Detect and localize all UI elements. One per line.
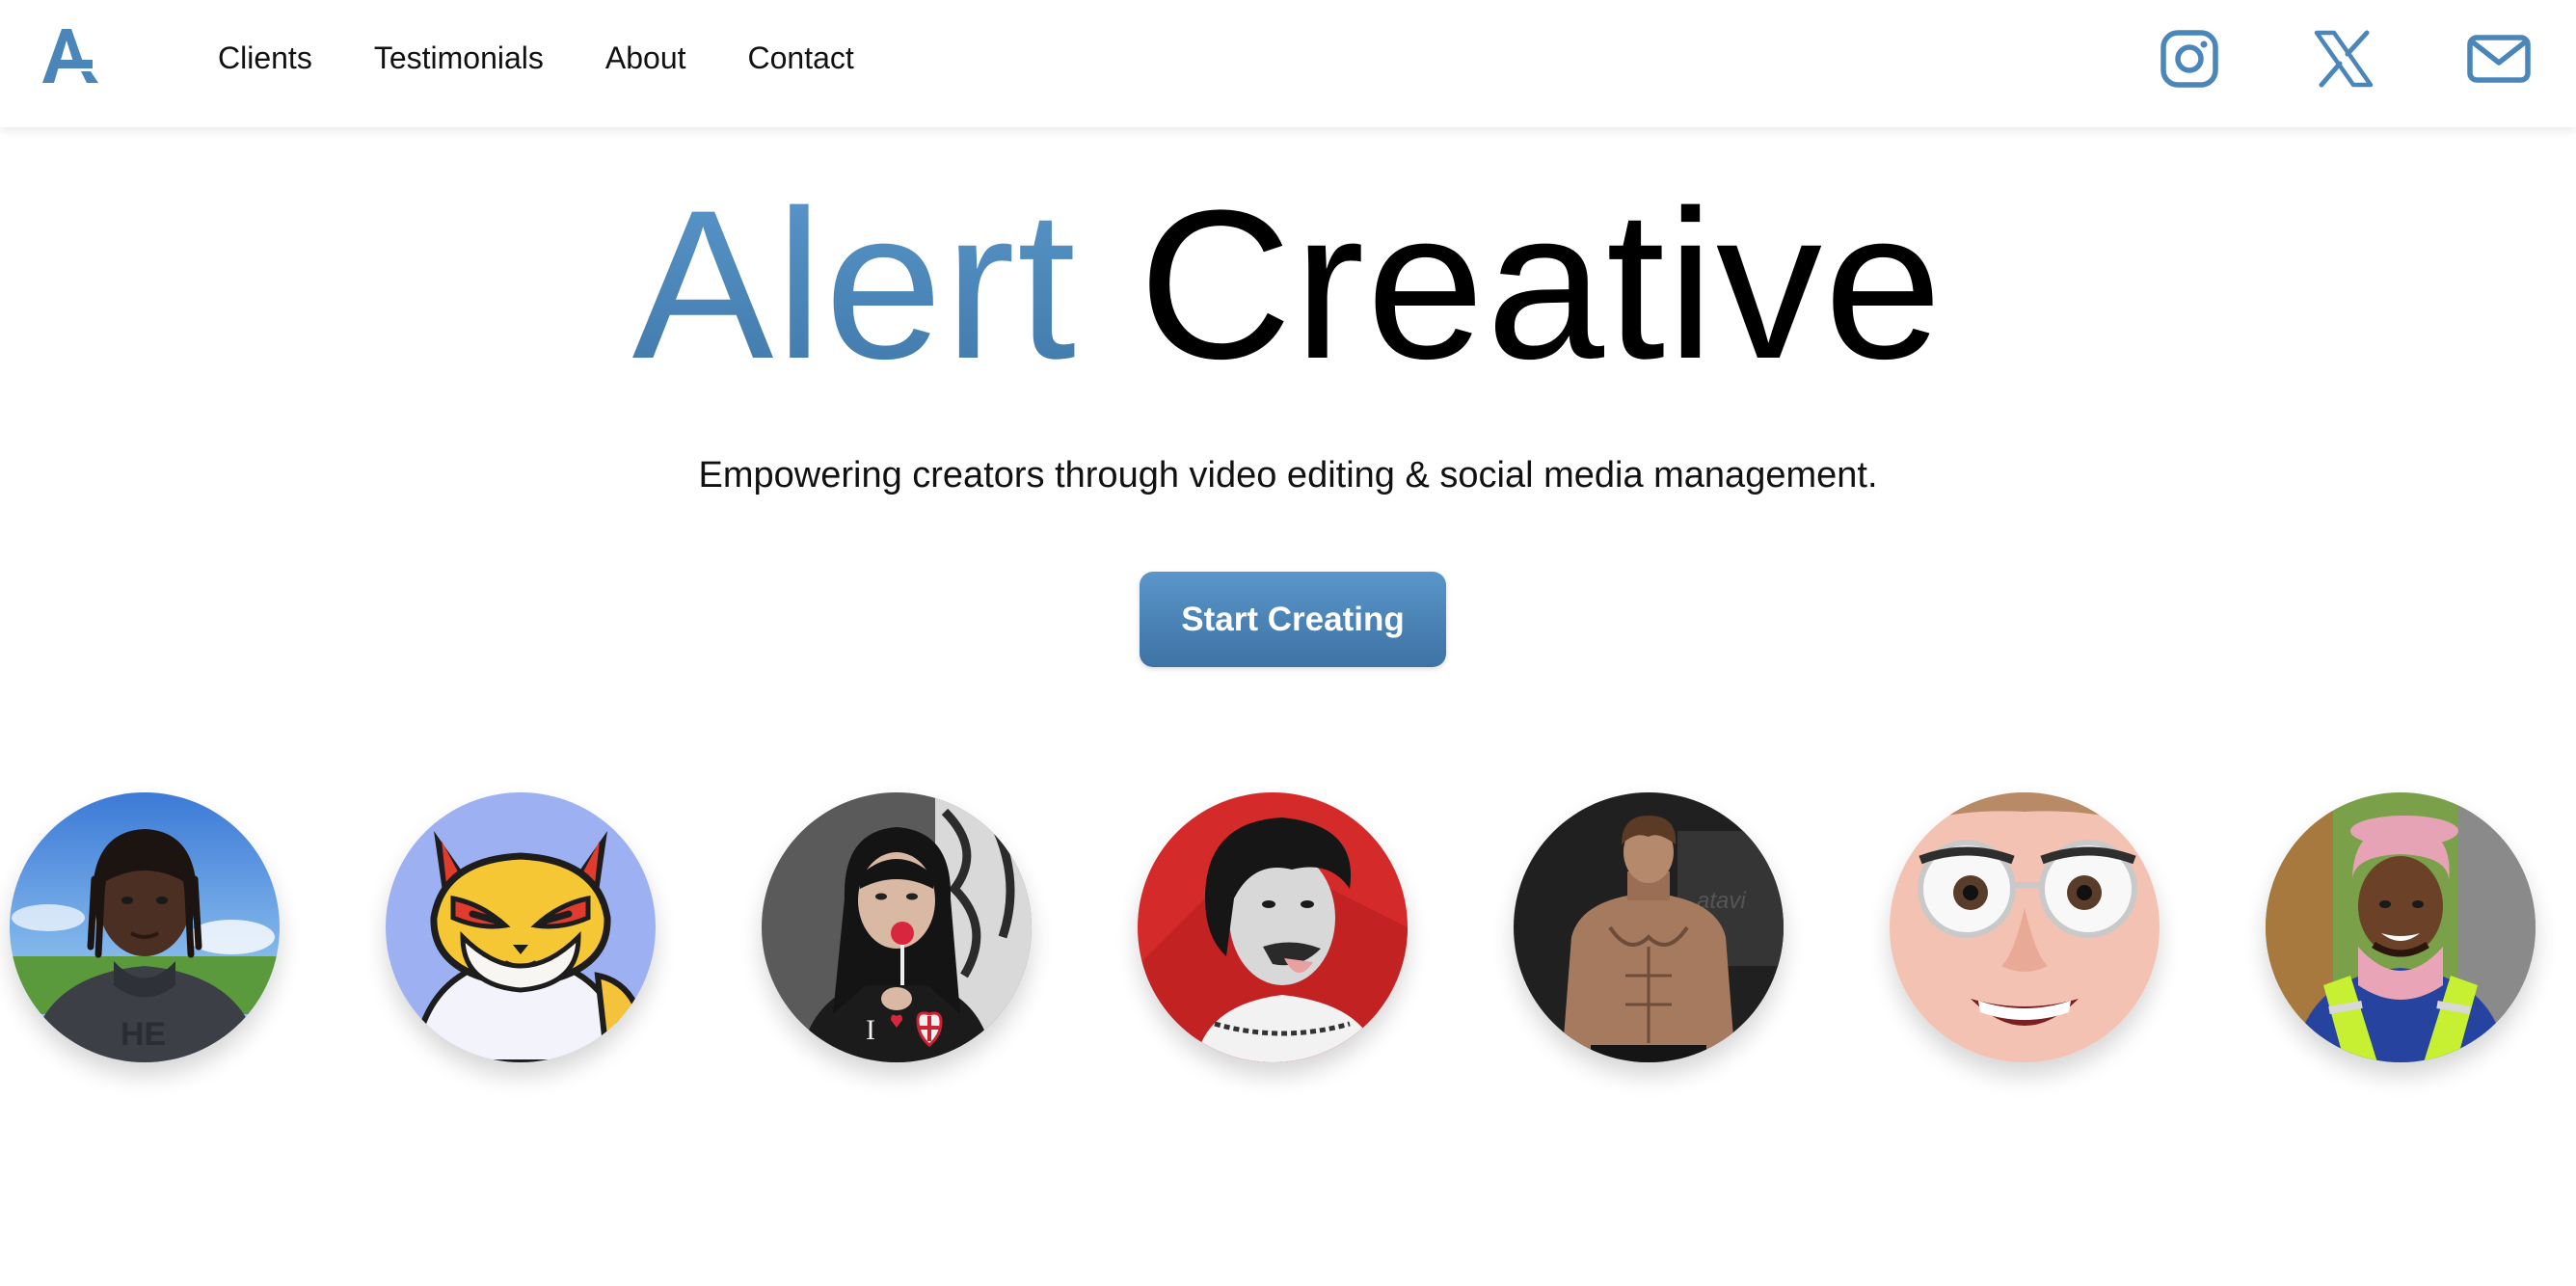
- mail-icon[interactable]: [2466, 29, 2532, 89]
- instagram-icon[interactable]: [2160, 29, 2219, 89]
- hero-title-main: Creative: [1139, 166, 1945, 403]
- navbar: Clients Testimonials About Contact: [0, 0, 2576, 127]
- svg-text:I: I: [866, 1014, 875, 1046]
- start-creating-button[interactable]: Start Creating: [1140, 572, 1446, 667]
- client-avatar-6[interactable]: [1890, 792, 2160, 1062]
- nav-link-testimonials[interactable]: Testimonials: [374, 40, 544, 76]
- hero-title: Alert Creative: [0, 164, 2576, 405]
- client-avatar-7[interactable]: [2266, 792, 2536, 1062]
- x-icon[interactable]: [2314, 29, 2374, 89]
- client-avatar-2[interactable]: [386, 792, 656, 1062]
- client-avatars: HE I atavi: [0, 792, 2576, 1082]
- alert-creative-logo-icon[interactable]: [39, 23, 104, 89]
- svg-text:HE: HE: [121, 1016, 166, 1053]
- client-avatar-3[interactable]: I: [762, 792, 1032, 1062]
- client-avatar-5[interactable]: atavi: [1514, 792, 1784, 1062]
- main-nav: Clients Testimonials About Contact: [218, 0, 854, 116]
- nav-link-clients[interactable]: Clients: [218, 40, 312, 76]
- hero-tagline: Empowering creators through video editin…: [698, 455, 1878, 496]
- hero-title-accent: Alert: [631, 166, 1079, 403]
- client-avatar-1[interactable]: HE: [10, 792, 280, 1062]
- nav-link-about[interactable]: About: [605, 40, 686, 76]
- nav-link-contact[interactable]: Contact: [748, 40, 854, 76]
- client-avatar-4[interactable]: [1138, 792, 1408, 1062]
